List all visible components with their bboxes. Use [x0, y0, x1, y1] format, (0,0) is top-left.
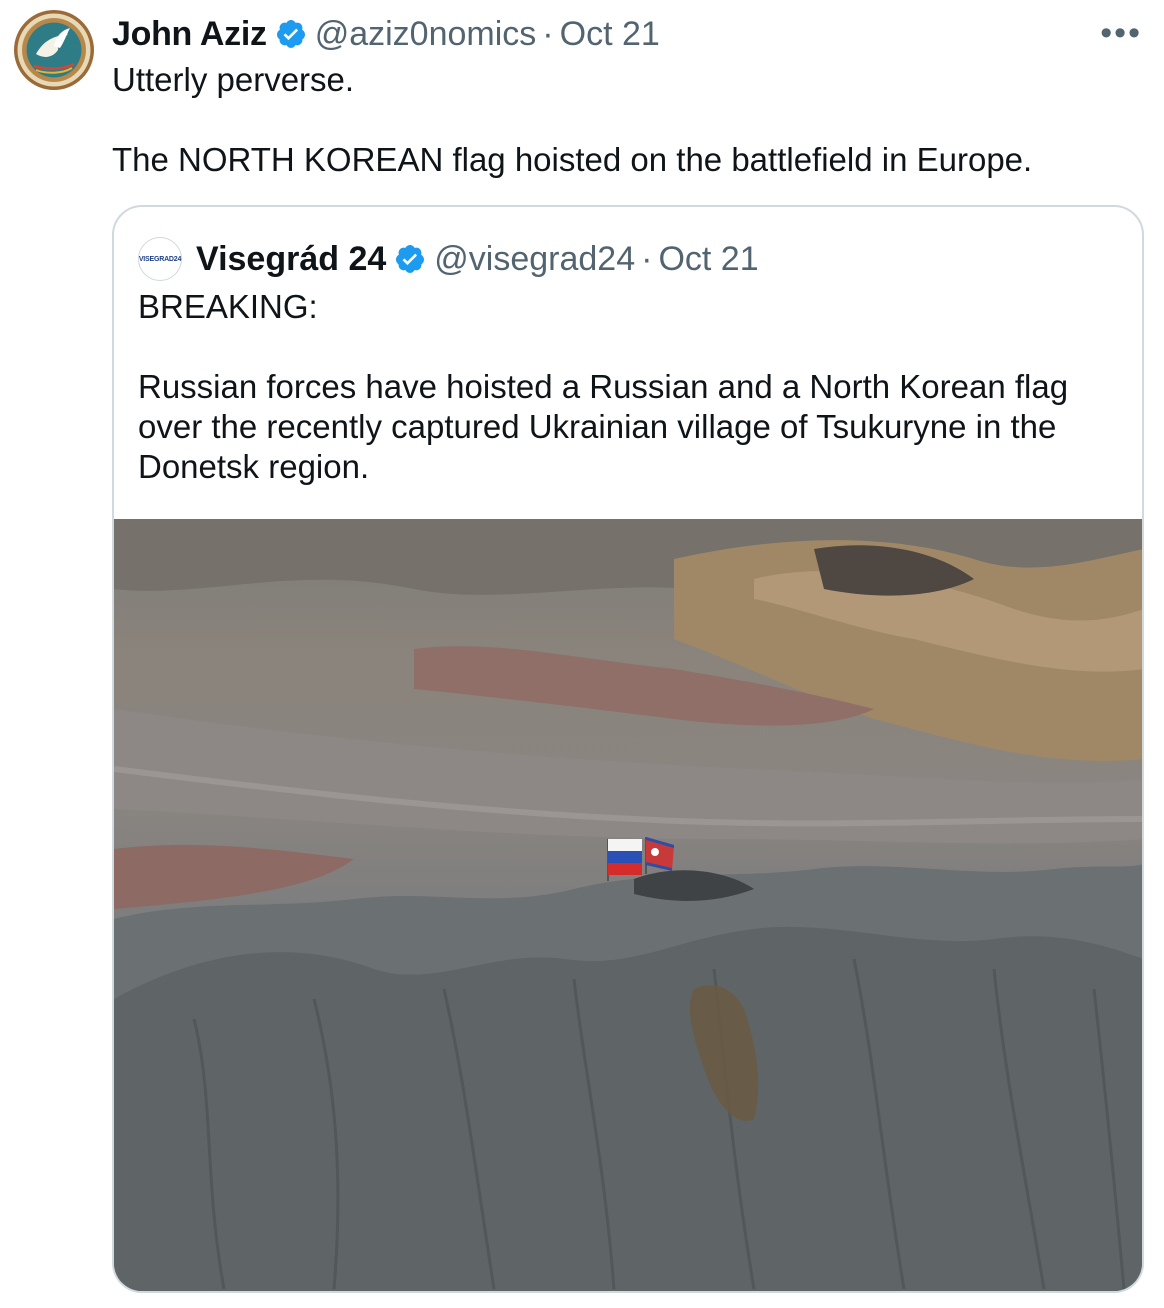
quoted-tweet-card[interactable]: VISEGRAD24 Visegrád 24 @visegrad24 · Oct… — [112, 205, 1144, 1293]
quoted-author-handle: @visegrad24 — [434, 239, 636, 278]
quoted-tweet-paragraph: BREAKING: — [138, 288, 318, 325]
author-name[interactable]: John Aziz — [112, 15, 267, 54]
verified-badge-icon — [396, 245, 425, 273]
quoted-tweet-header: VISEGRAD24 Visegrád 24 @visegrad24 · Oct… — [138, 237, 759, 281]
separator-dot: · — [641, 239, 653, 278]
tweet-paragraph: Utterly perverse. — [112, 61, 355, 98]
quoted-author-avatar: VISEGRAD24 — [138, 237, 182, 281]
battlefield-photo-illustration — [114, 519, 1142, 1291]
tweet-paragraph: The NORTH KOREAN flag hoisted on the bat… — [112, 141, 1033, 178]
tweet-text: Utterly perverse. The NORTH KOREAN flag … — [112, 60, 1142, 180]
quoted-avatar-logo-text: VISEGRAD24 — [138, 255, 182, 263]
more-options-icon[interactable]: ••• — [1100, 14, 1142, 53]
tweet-date[interactable]: Oct 21 — [560, 15, 660, 54]
author-handle[interactable]: @aziz0nomics — [315, 15, 537, 54]
verified-badge-icon — [276, 20, 305, 48]
separator-dot: · — [542, 14, 554, 53]
quoted-tweet-text: BREAKING: Russian forces have hoisted a … — [138, 287, 1128, 487]
quoted-tweet-date: Oct 21 — [658, 239, 759, 278]
quoted-author-name: Visegrád 24 — [196, 239, 387, 278]
author-avatar[interactable] — [14, 10, 94, 90]
tweet-header: John Aziz @aziz0nomics · Oct 21 — [112, 12, 660, 56]
previous-tweet-edge — [0, 0, 1164, 4]
north-korean-flag-icon — [645, 837, 674, 874]
quoted-tweet-photo[interactable] — [114, 519, 1142, 1291]
dove-emblem-icon — [27, 23, 81, 77]
russian-flag-icon — [607, 839, 642, 881]
quoted-tweet-paragraph: Russian forces have hoisted a Russian an… — [138, 368, 1069, 485]
